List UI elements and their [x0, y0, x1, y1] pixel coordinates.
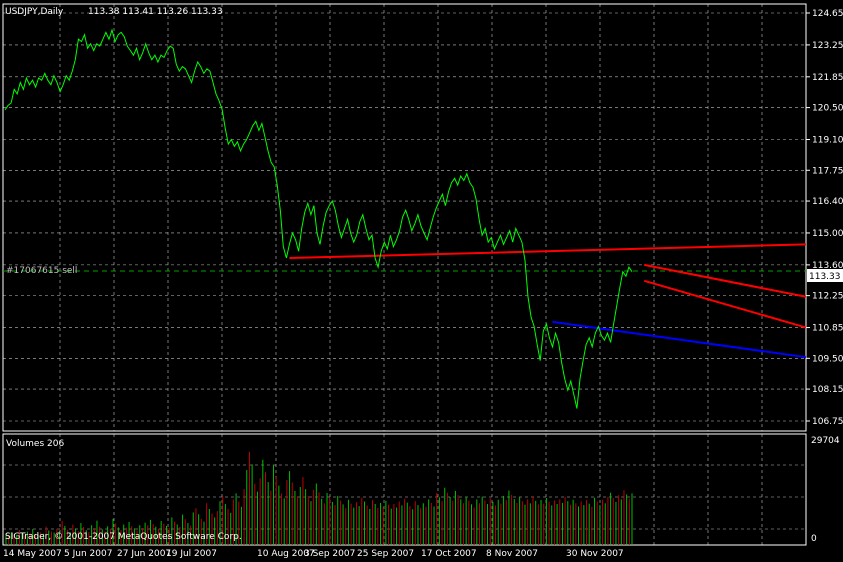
price-tick-label: 121.85: [812, 73, 843, 83]
price-tick-label: 115.00: [812, 229, 843, 239]
price-axis: 124.65 123.25 121.85 120.50 119.10 117.75 116.…: [806, 9, 843, 427]
volume-tick-label: 29704: [811, 436, 840, 446]
time-tick-label: 5 Jun 2007: [64, 549, 112, 559]
price-tick-label: 117.75: [812, 166, 843, 176]
volume-tick-label: 0: [811, 534, 817, 544]
trendline-red: [289, 243, 807, 260]
time-tick-label: 8 Nov 2007: [486, 549, 538, 559]
price-series-line: [4, 28, 633, 409]
price-tick-label: 109.50: [812, 354, 843, 364]
copyright-text: SIGTrader, © 2001-2007 MetaQuotes Softwa…: [5, 532, 242, 542]
time-axis: 14 May 2007 5 Jun 2007 27 Jun 200719 Jul 2…: [3, 549, 624, 559]
trendline-red: [643, 279, 807, 329]
time-tick-label: 14 May 2007: [3, 549, 62, 559]
time-tick-label: 30 Nov 2007: [566, 549, 624, 559]
price-line-layer: [4, 28, 633, 409]
time-tick-label: 27 Jun 2007: [117, 549, 171, 559]
order-label: #17067615 sell: [6, 266, 77, 276]
price-tick-label: 119.10: [812, 136, 843, 146]
price-tick-label: 112.25: [812, 292, 843, 302]
time-tick-label: 3 Sep 2007: [304, 549, 355, 559]
price-pane-border: [2, 3, 807, 432]
volume-bars: [5, 451, 633, 545]
price-tick-label: 124.65: [812, 9, 843, 19]
price-tick-label: 108.15: [812, 385, 843, 395]
chart-canvas[interactable]: 124.65 123.25 121.85 120.50 119.10 117.75 116.…: [0, 0, 843, 562]
time-tick-label: 25 Sep 2007: [357, 549, 414, 559]
price-tick-label: 120.50: [812, 104, 843, 114]
volume-axis: 29704 0: [811, 436, 840, 544]
grid-lines: [3, 4, 806, 545]
trendlines[interactable]: [3, 243, 807, 359]
price-tick-label: 106.75: [812, 417, 843, 427]
time-tick-label: 19 Jul 2007: [166, 549, 217, 559]
time-tick-label: 17 Oct 2007: [421, 549, 477, 559]
price-tick-label: 110.85: [812, 324, 843, 334]
price-tick-label: 123.25: [812, 41, 843, 51]
volumes-pane-label: Volumes 206: [6, 439, 64, 449]
trendline-blue: [552, 320, 807, 359]
chart-symbol-label: USDJPY,Daily: [5, 7, 64, 17]
price-tick-label: 116.40: [812, 197, 843, 207]
pane-borders: [2, 3, 807, 546]
current-price-value: 113.33: [809, 272, 841, 282]
chart-ohlc-readout: 113.38 113.41 113.26 113.33: [88, 7, 223, 17]
trendline-red: [644, 263, 807, 298]
